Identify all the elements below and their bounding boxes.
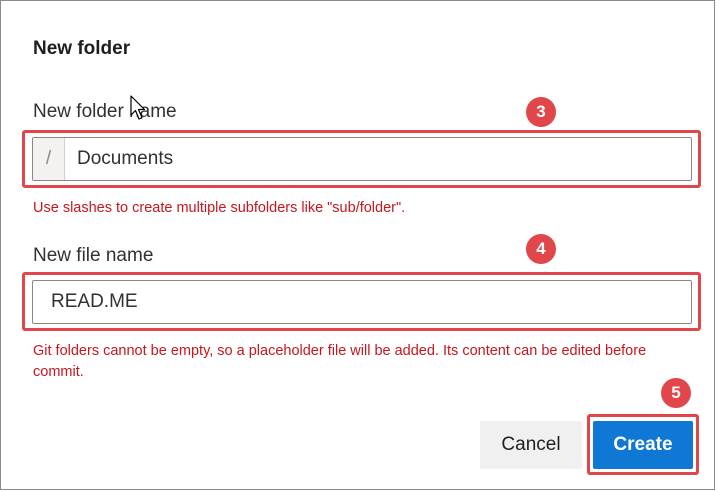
folder-name-input[interactable]: / Documents (32, 137, 692, 181)
file-name-value: READ.ME (51, 291, 138, 312)
step-badge-3: 3 (526, 97, 556, 127)
file-name-hint: Git folders cannot be empty, so a placeh… (33, 343, 647, 380)
file-name-label: New file name (33, 245, 154, 266)
file-name-input[interactable]: READ.ME (32, 280, 692, 324)
folder-name-hint: Use slashes to create multiple subfolder… (33, 200, 406, 216)
folder-name-label: New folder name (33, 101, 177, 122)
create-button[interactable]: Create (593, 421, 693, 469)
new-folder-dialog: New folder New folder name / Documents 3… (0, 0, 715, 490)
mouse-cursor-icon (130, 95, 146, 120)
step-badge-5: 5 (661, 378, 691, 408)
cancel-button[interactable]: Cancel (480, 421, 582, 469)
folder-name-value: Documents (77, 148, 174, 169)
path-prefix: / (33, 138, 65, 180)
step-badge-4: 4 (526, 234, 556, 264)
dialog-title: New folder (33, 38, 131, 59)
